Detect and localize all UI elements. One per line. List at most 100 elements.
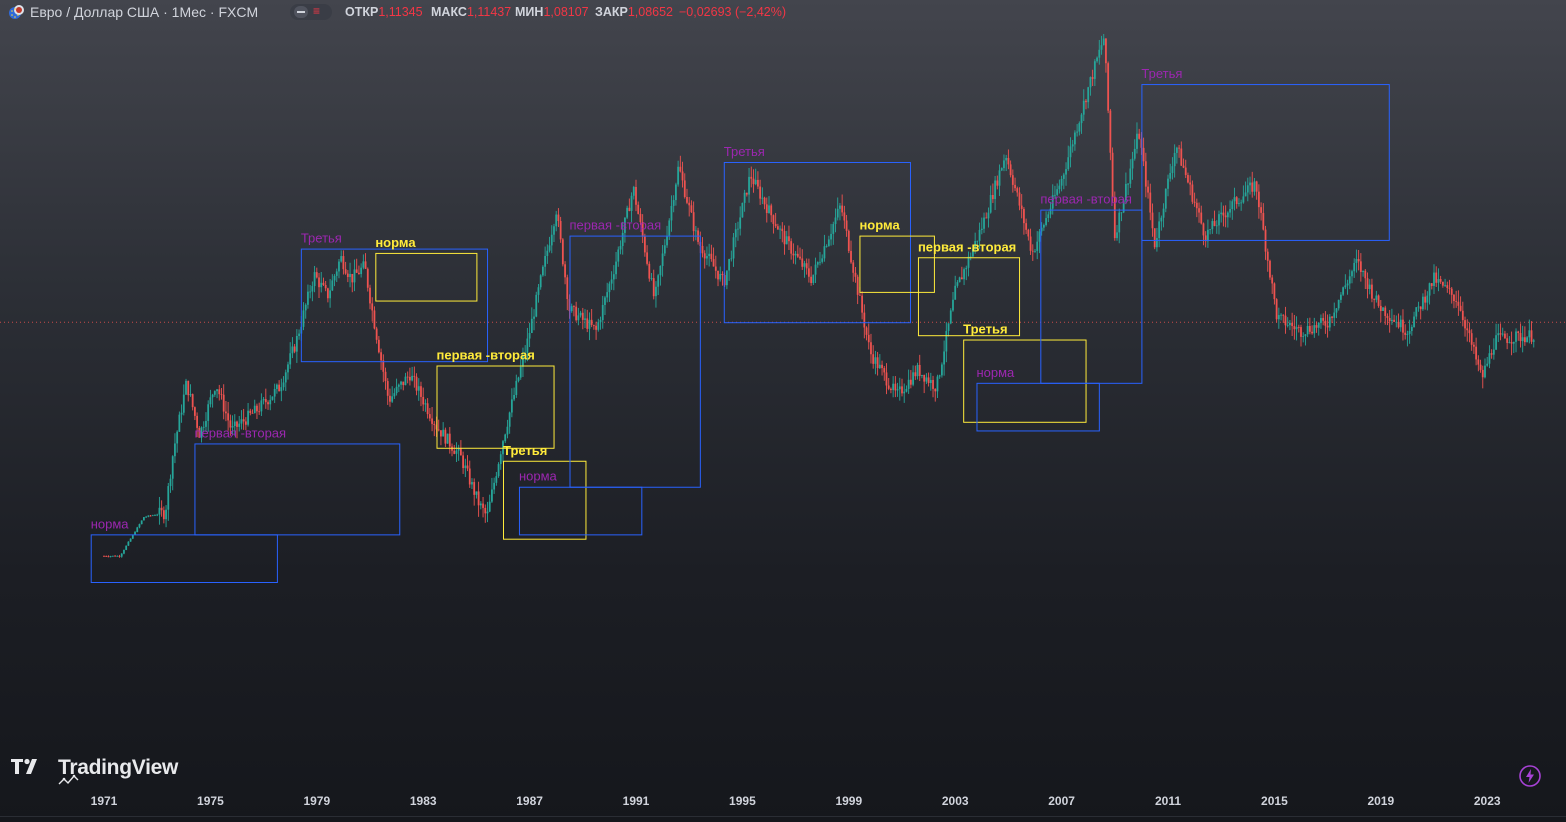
- candle: [1473, 342, 1475, 354]
- candle-body: [1530, 330, 1533, 342]
- candle-body: [360, 267, 363, 275]
- x-tick-label: 1987: [516, 794, 543, 808]
- candle-body: [548, 245, 551, 251]
- candle: [165, 505, 167, 528]
- candle: [703, 250, 706, 269]
- candle-body: [386, 381, 389, 396]
- candle-body: [406, 376, 409, 378]
- candle: [504, 433, 507, 444]
- candle-body: [991, 195, 994, 200]
- candle: [901, 378, 903, 397]
- candle: [326, 287, 329, 303]
- candle: [1023, 207, 1025, 235]
- annotation-box[interactable]: [976, 382, 1100, 432]
- candle: [643, 233, 646, 257]
- candle: [923, 374, 926, 394]
- candle: [876, 351, 879, 376]
- candle: [852, 260, 855, 282]
- candle-body: [887, 385, 890, 389]
- candle: [125, 545, 128, 551]
- candle-body: [650, 278, 653, 279]
- tradingview-logo[interactable]: TradingView: [10, 756, 180, 786]
- candle: [1038, 229, 1041, 254]
- candle-body: [533, 316, 535, 319]
- candle-body: [440, 430, 442, 437]
- candle-body: [1202, 223, 1205, 236]
- candle-body: [712, 259, 715, 267]
- annotation-box[interactable]: [1141, 84, 1390, 241]
- candle-body: [344, 269, 347, 274]
- candle-body: [515, 380, 518, 395]
- candle: [918, 354, 921, 382]
- candle-body: [1526, 337, 1528, 343]
- candle: [176, 430, 179, 453]
- candle-body: [377, 339, 380, 353]
- candle: [827, 235, 830, 247]
- candle-body: [681, 171, 684, 181]
- candle: [1189, 175, 1192, 196]
- lightning-icon[interactable]: [1518, 764, 1542, 788]
- candle: [925, 373, 928, 385]
- candle: [1027, 228, 1030, 241]
- candle: [426, 398, 429, 419]
- candle: [765, 197, 768, 223]
- candle: [1160, 215, 1163, 231]
- candle-body: [289, 353, 292, 365]
- annotation-box[interactable]: [963, 339, 1087, 423]
- candle-body: [535, 294, 538, 317]
- candle-body: [1098, 49, 1101, 58]
- candle-body: [954, 285, 957, 300]
- candle: [808, 258, 810, 283]
- annotation-box[interactable]: [518, 486, 643, 536]
- candle: [1025, 218, 1028, 235]
- candle: [825, 244, 828, 248]
- annotation-box[interactable]: [375, 252, 478, 302]
- annotation-box[interactable]: [569, 235, 701, 488]
- candle: [1284, 306, 1287, 334]
- candle: [1003, 154, 1005, 172]
- candle-body: [1178, 147, 1180, 149]
- candle: [1180, 141, 1183, 167]
- candle: [1300, 324, 1302, 347]
- candle-body: [730, 258, 733, 260]
- candle-body: [721, 273, 724, 276]
- candle: [1342, 286, 1345, 296]
- candle-body: [1016, 188, 1019, 193]
- annotation-box[interactable]: [723, 161, 911, 324]
- candle-body: [672, 200, 675, 206]
- annotation-box[interactable]: [436, 365, 555, 449]
- candle: [1357, 250, 1360, 271]
- candle: [335, 268, 338, 283]
- candle-body: [1200, 212, 1203, 224]
- candle-body: [504, 434, 507, 442]
- candle: [785, 230, 788, 245]
- candle-body: [431, 418, 433, 424]
- candle-body: [324, 284, 327, 289]
- candle-body: [615, 261, 617, 275]
- candle-body: [1388, 317, 1391, 322]
- candle: [863, 304, 866, 339]
- candle-body: [675, 184, 677, 201]
- candle-body: [996, 180, 999, 186]
- candle-body: [983, 217, 985, 229]
- annotation-box[interactable]: [194, 443, 401, 536]
- candle: [737, 221, 739, 241]
- candle: [1295, 316, 1298, 341]
- candle-body: [1286, 325, 1289, 326]
- candle: [1346, 279, 1349, 295]
- annotation-box[interactable]: [300, 248, 489, 363]
- annotation-label: первая -вторая: [1040, 192, 1132, 207]
- candle-body: [1153, 228, 1156, 248]
- candle: [510, 388, 513, 418]
- candle-body: [1484, 365, 1486, 378]
- candle: [688, 197, 691, 217]
- candle-body: [1315, 325, 1318, 328]
- candle: [446, 433, 449, 444]
- candle-body: [987, 212, 990, 219]
- price-chart[interactable]: норма первая -вторая Третья норма первая -вт…: [0, 0, 1566, 822]
- candle: [1031, 244, 1034, 261]
- candle-body: [763, 197, 766, 205]
- annotation-box[interactable]: [1040, 209, 1143, 384]
- candle: [109, 555, 112, 558]
- annotation-box[interactable]: [90, 534, 278, 583]
